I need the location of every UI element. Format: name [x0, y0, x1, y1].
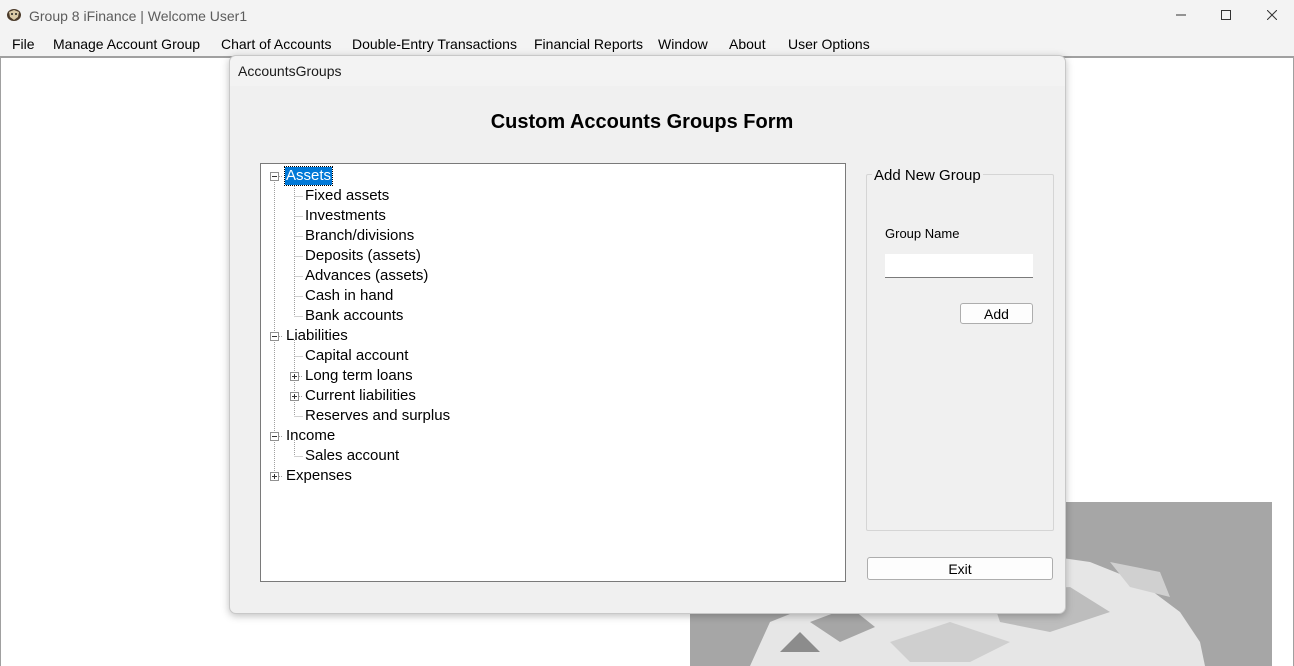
maximize-button[interactable]: [1203, 0, 1249, 32]
minimize-button[interactable]: [1158, 0, 1204, 32]
accounts-tree-view[interactable]: Assets Fixed assets Investments Branch/d…: [260, 163, 846, 582]
form-heading: Custom Accounts Groups Form: [490, 111, 794, 133]
tree-node-fixed-assets[interactable]: Fixed assets: [305, 187, 389, 205]
tree-node-liabilities[interactable]: Liabilities: [286, 327, 348, 345]
window-title: Group 8 iFinance | Welcome User1: [29, 8, 248, 24]
tree-node-cash-in-hand[interactable]: Cash in hand: [305, 287, 393, 305]
menu-about[interactable]: About: [729, 36, 766, 52]
menu-financial-reports[interactable]: Financial Reports: [534, 36, 643, 52]
tree-node-bank-accounts[interactable]: Bank accounts: [305, 307, 403, 325]
menu-chart-of-accounts[interactable]: Chart of Accounts: [221, 36, 332, 52]
add-button[interactable]: Add: [960, 303, 1033, 324]
tree-node-branch-divisions[interactable]: Branch/divisions: [305, 227, 414, 245]
tree-node-advances-assets[interactable]: Advances (assets): [305, 267, 428, 285]
title-bar: Group 8 iFinance | Welcome User1: [0, 0, 1294, 32]
child-window-title: AccountsGroups: [238, 63, 342, 79]
menu-window[interactable]: Window: [658, 36, 708, 52]
menu-file[interactable]: File: [12, 36, 35, 52]
maximize-icon: [1221, 7, 1231, 25]
menu-bar: File Manage Account Group Chart of Accou…: [0, 32, 1294, 56]
tree-node-long-term-loans[interactable]: Long term loans: [305, 367, 413, 385]
tree-node-deposits-assets[interactable]: Deposits (assets): [305, 247, 421, 265]
group-name-label: Group Name: [885, 226, 960, 241]
menu-user-options[interactable]: User Options: [788, 36, 870, 52]
add-group-caption: Add New Group: [872, 167, 983, 184]
accounts-groups-window: AccountsGroups Custom Accounts Groups Fo…: [229, 55, 1066, 614]
tree-node-capital-account[interactable]: Capital account: [305, 347, 408, 365]
child-title-bar: AccountsGroups: [230, 56, 1065, 86]
tree-node-sales-account[interactable]: Sales account: [305, 447, 399, 465]
tree-node-income[interactable]: Income: [286, 427, 335, 445]
menu-manage-account-group[interactable]: Manage Account Group: [53, 36, 200, 52]
minimize-icon: [1176, 7, 1186, 25]
tree-node-reserves-and-surplus[interactable]: Reserves and surplus: [305, 407, 450, 425]
exit-button[interactable]: Exit: [867, 557, 1053, 580]
group-name-input[interactable]: [885, 254, 1033, 278]
app-logo-icon: [6, 8, 22, 22]
tree-node-assets[interactable]: Assets: [283, 166, 334, 186]
tree-node-investments[interactable]: Investments: [305, 207, 386, 225]
close-button[interactable]: [1249, 0, 1294, 32]
menu-double-entry-transactions[interactable]: Double-Entry Transactions: [352, 36, 517, 52]
tree-node-expenses[interactable]: Expenses: [286, 467, 352, 485]
close-icon: [1266, 7, 1278, 25]
tree-node-current-liabilities[interactable]: Current liabilities: [305, 387, 416, 405]
